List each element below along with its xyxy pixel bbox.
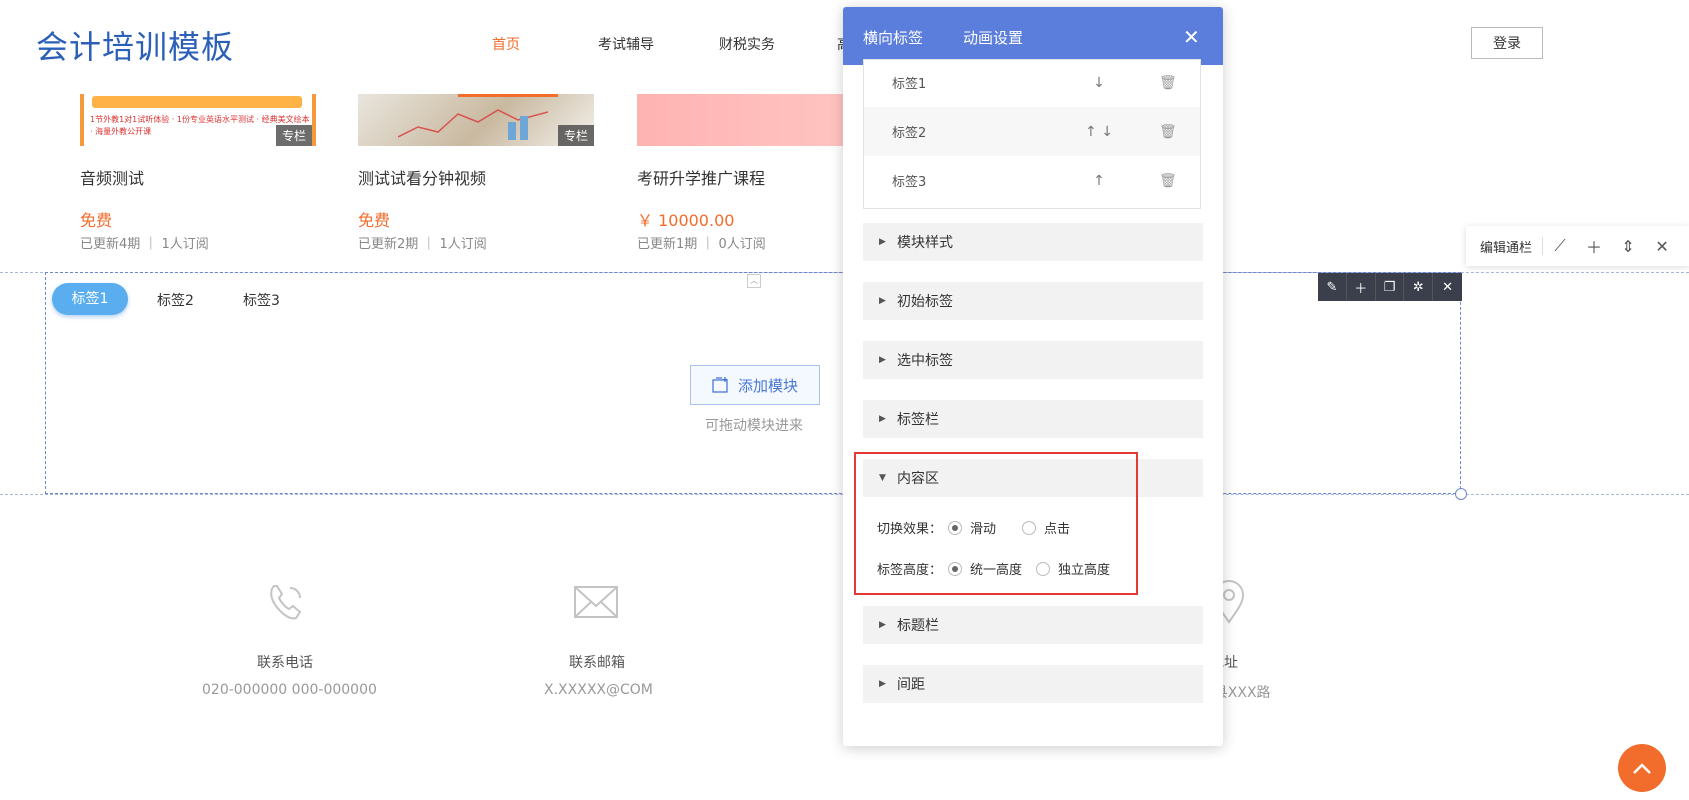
course-meta-2: 已更新2期 ｜ 1人订阅	[358, 237, 487, 252]
login-button[interactable]: 登录	[1471, 27, 1543, 59]
add-module-label: 添加模块	[737, 376, 798, 395]
section-label: 标题栏	[897, 618, 939, 634]
section-tag-bar[interactable]: ▶ 标签栏	[863, 400, 1203, 438]
trash-icon[interactable]: 🗑	[1159, 173, 1177, 189]
panel-header: 横向标签 动画设置 ✕	[843, 7, 1223, 65]
module-toolbar: ✎ ＋ ❐ ✲ ✕	[1318, 273, 1462, 301]
course-title-3[interactable]: 考研升学推广课程	[637, 165, 765, 189]
scroll-top-button[interactable]	[1618, 744, 1666, 792]
course-meta-1: 已更新4期 ｜ 1人订阅	[80, 237, 209, 252]
tag-name: 标签1	[892, 77, 927, 92]
course-title-1[interactable]: 音频测试	[80, 165, 144, 189]
section-module-style[interactable]: ▶ 模块样式	[863, 223, 1203, 261]
section-label: 模块样式	[897, 235, 953, 251]
tab-label-3[interactable]: 标签3	[243, 290, 280, 310]
add-icon[interactable]: ＋	[1347, 273, 1376, 301]
close-icon[interactable]: ✕	[1433, 273, 1462, 301]
tag-row-1[interactable]: 标签1 ↓ 🗑	[864, 60, 1200, 107]
section-spacing[interactable]: ▶ 间距	[863, 665, 1203, 703]
section-label: 选中标签	[897, 353, 953, 369]
panel-tab-animation[interactable]: 动画设置	[963, 27, 1023, 48]
footer-phone-label: 联系电话	[257, 655, 313, 671]
site-logo[interactable]: 会计培训模板	[36, 22, 234, 68]
nav-tax-practice[interactable]: 财税实务	[719, 34, 775, 54]
course-thumb-2[interactable]: 专栏	[358, 94, 594, 146]
course-thumb-1[interactable]: 1节外教1对1试听体验 · 1份专业英语水平测试 · 经典美文绘本 · 海量外教…	[80, 94, 316, 146]
tab-label-1[interactable]: 标签1	[52, 283, 128, 315]
footer-phone-value: 020-000000 000-000000	[202, 682, 377, 698]
trash-icon[interactable]: 🗑	[1159, 75, 1177, 91]
highlight-annotation	[854, 452, 1138, 595]
section-selected-tag[interactable]: ▶ 选中标签	[863, 341, 1203, 379]
chevron-up-icon	[1633, 763, 1651, 774]
move-arrows-icon[interactable]: ↓	[1079, 75, 1119, 91]
course-price-3: ￥ 10000.00	[637, 211, 735, 230]
edit-tool-icon[interactable]: ⟋	[1543, 236, 1577, 256]
move-arrows-icon[interactable]: ↑	[1079, 173, 1119, 189]
tag-list: 标签1 ↓ 🗑 标签2 ↑ ↓ 🗑 标签3 ↑ 🗑	[863, 59, 1201, 209]
tag-name: 标签3	[892, 175, 927, 190]
course-badge: 专栏	[557, 125, 594, 146]
sort-icon[interactable]: ⇕	[1611, 237, 1645, 256]
course-badge: 专栏	[275, 125, 312, 146]
settings-icon[interactable]: ✲	[1404, 273, 1434, 301]
course-price-1: 免费	[80, 211, 113, 230]
section-label: 间距	[897, 677, 925, 693]
course-title-2[interactable]: 测试试看分钟视频	[358, 165, 486, 189]
section-label: 初始标签	[897, 294, 953, 310]
caret-right-icon: ▶	[879, 679, 886, 689]
nav-home[interactable]: 首页	[492, 34, 520, 54]
caret-right-icon: ▶	[879, 620, 886, 630]
tag-name: 标签2	[892, 126, 927, 141]
add-module-icon	[712, 377, 728, 393]
footer-email-label: 联系邮箱	[569, 655, 625, 671]
close-icon[interactable]: ✕	[1645, 237, 1679, 256]
caret-right-icon: ▶	[879, 237, 886, 247]
caret-right-icon: ▶	[879, 414, 886, 424]
resize-handle[interactable]	[1455, 488, 1467, 500]
caret-right-icon: ▶	[879, 355, 886, 365]
add-module-button[interactable]: 添加模块	[690, 365, 820, 405]
course-price-2: 免费	[358, 211, 391, 230]
mail-icon	[574, 586, 618, 618]
section-initial-tag[interactable]: ▶ 初始标签	[863, 282, 1203, 320]
chart-paper-icon	[398, 109, 548, 140]
drag-hint: 可拖动模块进来	[705, 418, 803, 434]
edit-bar: 编辑通栏 ⟋ ＋ ⇕ ✕	[1466, 226, 1689, 266]
phone-icon	[270, 585, 302, 620]
course-meta-3: 已更新1期 ｜ 0人订阅	[637, 237, 766, 252]
collapse-up-icon[interactable]: ︿	[747, 274, 761, 288]
edit-bar-label[interactable]: 编辑通栏	[1480, 237, 1532, 256]
move-arrows-icon[interactable]: ↑ ↓	[1079, 124, 1119, 140]
tab-label-2[interactable]: 标签2	[157, 290, 194, 310]
nav-exam-tutoring[interactable]: 考试辅导	[598, 34, 654, 54]
course-thumb-3[interactable]	[637, 94, 847, 146]
trash-icon[interactable]: 🗑	[1159, 124, 1177, 140]
caret-right-icon: ▶	[879, 296, 886, 306]
section-title-bar[interactable]: ▶ 标题栏	[863, 606, 1203, 644]
tag-row-3[interactable]: 标签3 ↑ 🗑	[864, 156, 1200, 205]
settings-panel: 横向标签 动画设置 ✕ 标签1 ↓ 🗑 标签2 ↑ ↓ 🗑 标签3 ↑ 🗑 ▶ 模…	[843, 7, 1223, 746]
footer-email-value: X.XXXXX@COM	[544, 682, 653, 698]
panel-tab-horizontal-tags[interactable]: 横向标签	[863, 27, 923, 48]
copy-icon[interactable]: ❐	[1376, 273, 1405, 301]
add-icon[interactable]: ＋	[1577, 234, 1611, 258]
tag-row-2[interactable]: 标签2 ↑ ↓ 🗑	[864, 107, 1200, 156]
panel-close-icon[interactable]: ✕	[1183, 25, 1200, 49]
section-label: 标签栏	[897, 412, 939, 428]
edit-pencil-icon[interactable]: ✎	[1318, 273, 1347, 301]
